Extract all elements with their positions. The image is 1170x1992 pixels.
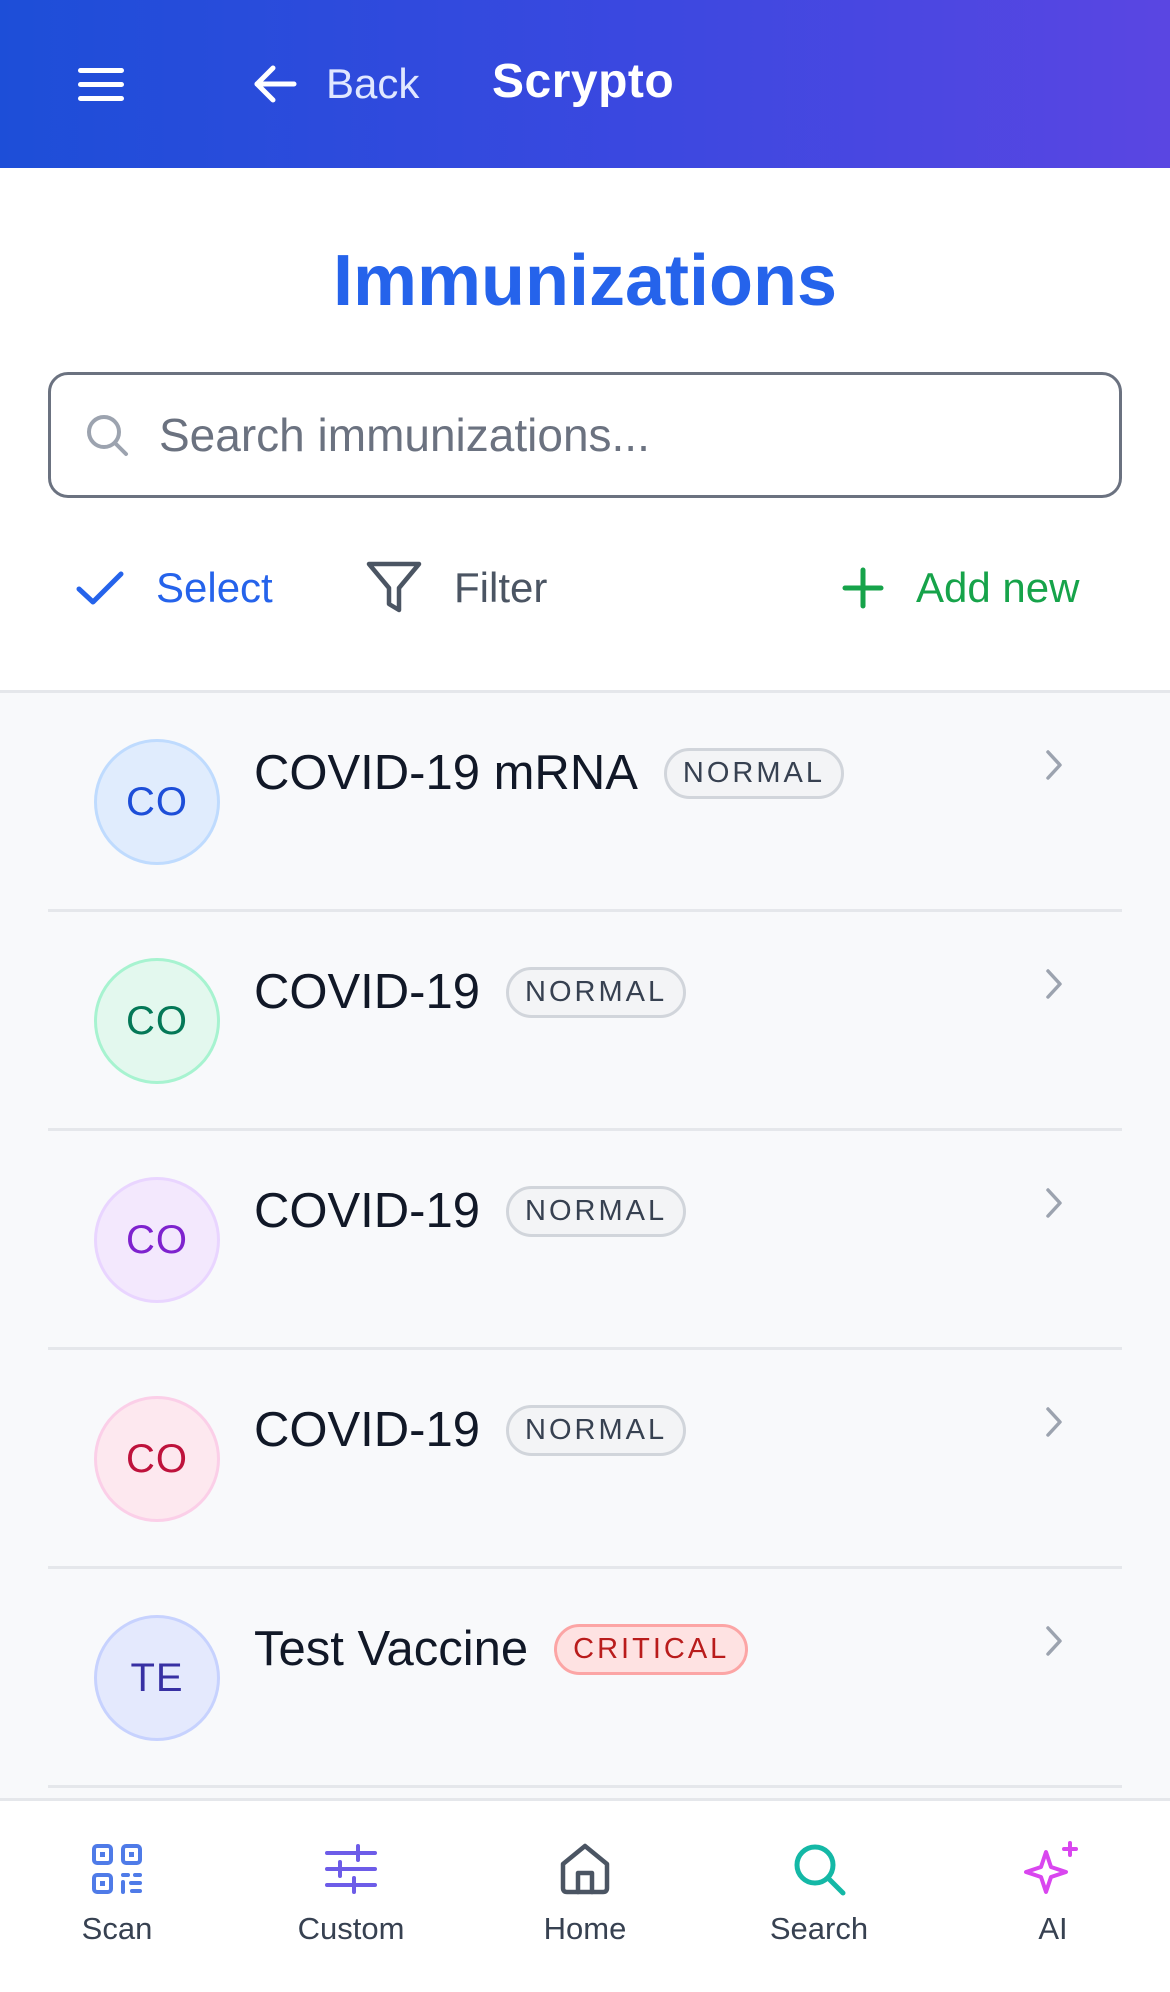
status-badge: NORMAL — [506, 966, 687, 1018]
list-item-content: COVID-19 mRNA NORMAL — [254, 745, 844, 801]
app-title: Scrypto — [492, 55, 675, 108]
add-new-button[interactable]: Add new — [842, 548, 1079, 628]
select-button[interactable]: Select — [76, 548, 273, 628]
list-item[interactable]: CO COVID-19 NORMAL — [48, 1350, 1122, 1569]
list-item[interactable]: CO COVID-19 NORMAL — [48, 912, 1122, 1131]
page-title: Immunizations — [332, 241, 838, 321]
nav-ai-label: AI — [1038, 1911, 1068, 1946]
qr-code-icon — [90, 1839, 144, 1899]
nav-home-label: Home — [543, 1911, 627, 1946]
nav-scan[interactable]: Scan — [0, 1801, 234, 1992]
sliders-icon — [324, 1839, 378, 1899]
search-icon — [792, 1839, 846, 1899]
list-item-content: Test Vaccine CRITICAL — [254, 1621, 749, 1677]
menu-button[interactable] — [70, 56, 134, 112]
immunization-name: Test Vaccine — [254, 1622, 529, 1676]
status-badge: NORMAL — [663, 747, 844, 799]
nav-custom[interactable]: Custom — [234, 1801, 468, 1992]
avatar: CO — [94, 739, 220, 865]
nav-scan-label: Scan — [81, 1911, 153, 1946]
avatar: CO — [94, 1177, 220, 1303]
hamburger-menu-icon — [78, 68, 124, 101]
immunization-name: COVID-19 — [254, 965, 481, 1019]
chevron-right-icon — [1044, 1187, 1064, 1219]
status-badge: NORMAL — [506, 1185, 687, 1237]
add-new-label: Add new — [916, 564, 1080, 611]
back-button[interactable]: Back — [252, 50, 419, 118]
list-item[interactable]: CO COVID-19 mRNA NORMAL — [48, 693, 1122, 912]
immunization-name: COVID-19 — [254, 1184, 481, 1238]
list-item[interactable]: CO COVID-19 NORMAL — [48, 1131, 1122, 1350]
status-badge: CRITICAL — [554, 1623, 749, 1675]
filter-button[interactable]: Filter — [366, 548, 547, 628]
sparkles-icon — [1024, 1839, 1082, 1899]
immunization-name: COVID-19 — [254, 1403, 481, 1457]
app-header: Back Scrypto — [0, 0, 1170, 168]
select-label: Select — [156, 564, 273, 611]
nav-search-label: Search — [769, 1911, 869, 1946]
search-icon — [85, 413, 129, 457]
filter-label: Filter — [454, 564, 548, 611]
list-item-content: COVID-19 NORMAL — [254, 964, 687, 1020]
list-item-content: COVID-19 NORMAL — [254, 1402, 687, 1458]
back-label: Back — [326, 60, 420, 107]
search-bar — [48, 372, 1122, 498]
chevron-right-icon — [1044, 968, 1064, 1000]
list-item[interactable]: TE Test Vaccine CRITICAL — [48, 1569, 1122, 1788]
list-toolbar: Select Filter Add new — [0, 548, 1170, 628]
list-item-content: COVID-19 NORMAL — [254, 1183, 687, 1239]
avatar: TE — [94, 1615, 220, 1741]
nav-custom-label: Custom — [297, 1911, 405, 1946]
avatar: CO — [94, 958, 220, 1084]
nav-home[interactable]: Home — [468, 1801, 702, 1992]
chevron-right-icon — [1044, 749, 1064, 781]
chevron-right-icon — [1044, 1406, 1064, 1438]
plus-icon — [842, 567, 884, 609]
home-icon — [558, 1839, 612, 1899]
filter-funnel-icon — [366, 560, 422, 616]
checkmark-icon — [76, 570, 124, 606]
bottom-navigation: Scan Custom Home Search AI — [0, 1798, 1170, 1992]
immunization-name: COVID-19 mRNA — [254, 746, 638, 800]
avatar: CO — [94, 1396, 220, 1522]
nav-search[interactable]: Search — [702, 1801, 936, 1992]
arrow-left-icon — [254, 65, 297, 103]
search-input[interactable] — [159, 408, 1059, 462]
chevron-right-icon — [1044, 1625, 1064, 1657]
immunization-list: CO COVID-19 mRNA NORMAL CO COVID-19 NORM… — [0, 690, 1170, 1800]
nav-ai[interactable]: AI — [936, 1801, 1170, 1992]
status-badge: NORMAL — [506, 1404, 687, 1456]
